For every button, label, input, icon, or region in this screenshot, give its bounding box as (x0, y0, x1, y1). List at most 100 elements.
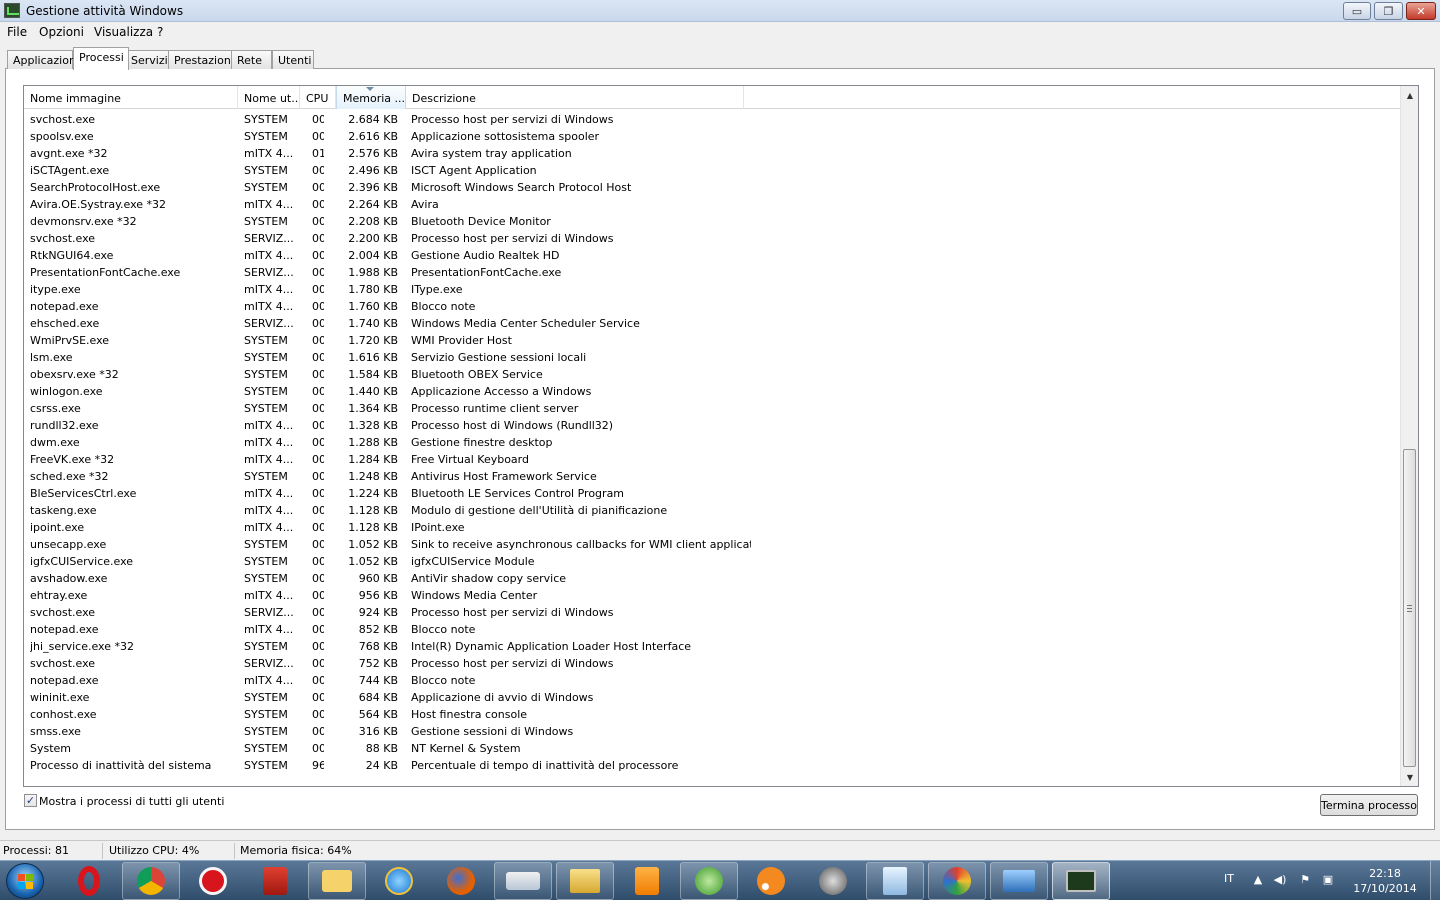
show-all-users-label[interactable]: Mostra i processi di tutti gli utenti (39, 795, 224, 808)
show-all-users-checkbox[interactable]: ✓ (24, 794, 37, 807)
table-row[interactable]: notepad.exe mITX 4... 00 852 KB Blocco note (24, 621, 1400, 638)
language-indicator[interactable]: IT (1224, 872, 1234, 885)
table-row[interactable]: lsm.exe SYSTEM 00 1.616 KB Servizio Gestione… (24, 349, 1400, 366)
table-row[interactable]: BleServicesCtrl.exe mITX 4... 00 1.224 KB Bl… (24, 485, 1400, 502)
column-description[interactable]: Descrizione (406, 86, 744, 109)
tab-applications[interactable]: Applicazioni (7, 50, 79, 69)
table-row[interactable]: SearchProtocolHost.exe SYSTEM 00 2.396 KB Mi… (24, 179, 1400, 196)
status-physical-memory: Memoria fisica: 64% (240, 844, 352, 857)
media-player-icon[interactable] (618, 862, 676, 900)
volume-icon[interactable]: ◀) (1273, 873, 1287, 887)
table-row[interactable]: iSCTAgent.exe SYSTEM 00 2.496 KB ISCT Agent … (24, 162, 1400, 179)
mail-icon[interactable] (308, 862, 366, 900)
ie-icon[interactable] (370, 862, 428, 900)
menu-help[interactable]: ? (157, 25, 163, 39)
process-memory: 1.128 KB (348, 504, 398, 517)
action-center-flag-icon[interactable]: ⚑ (1298, 873, 1312, 887)
table-row[interactable]: FreeVK.exe *32 mITX 4... 00 1.284 KB Free Vi… (24, 451, 1400, 468)
vertical-scrollbar[interactable]: ▲ ▼ (1400, 86, 1418, 786)
table-row[interactable]: taskeng.exe mITX 4... 00 1.128 KB Modulo di … (24, 502, 1400, 519)
explorer-icon[interactable] (556, 862, 614, 900)
column-image-name[interactable]: Nome immagine (24, 86, 238, 109)
table-row[interactable]: RtkNGUI64.exe mITX 4... 00 2.004 KB Gestione… (24, 247, 1400, 264)
tab-performance[interactable]: Prestazioni (168, 50, 234, 69)
table-row[interactable]: Avira.OE.Systray.exe *32 mITX 4... 00 2.264… (24, 196, 1400, 213)
table-row[interactable]: ehsched.exe SERVIZ... 00 1.740 KB Windows Me… (24, 315, 1400, 332)
opera-icon[interactable] (60, 862, 118, 900)
table-row[interactable]: System SYSTEM 00 88 KB NT Kernel & System (24, 740, 1400, 757)
process-image-name: svchost.exe (30, 232, 96, 245)
paint-icon[interactable] (928, 862, 986, 900)
column-cpu[interactable]: CPU (300, 86, 336, 109)
minimize-button[interactable]: ▭ (1343, 2, 1371, 20)
menu-file[interactable]: File (7, 25, 27, 39)
table-row[interactable]: svchost.exe SERVIZ... 00 752 KB Processo hos… (24, 655, 1400, 672)
start-icon[interactable] (6, 863, 44, 899)
app-shield-icon[interactable] (246, 862, 304, 900)
process-cpu: 00 (312, 674, 324, 687)
table-row[interactable]: csrss.exe SYSTEM 00 1.364 KB Processo runtim… (24, 400, 1400, 417)
clock[interactable]: 22:18 17/10/2014 (1346, 866, 1424, 896)
table-row[interactable]: WmiPrvSE.exe SYSTEM 00 1.720 KB WMI Provider… (24, 332, 1400, 349)
table-row[interactable]: svchost.exe SERVIZ... 00 2.200 KB Processo h… (24, 230, 1400, 247)
process-cpu: 00 (312, 708, 324, 721)
table-row[interactable]: ipoint.exe mITX 4... 00 1.128 KB IPoint.exe (24, 519, 1400, 536)
table-row[interactable]: unsecapp.exe SYSTEM 00 1.052 KB Sink to rece… (24, 536, 1400, 553)
title-bar[interactable]: Gestione attività Windows ▭ ❐ ✕ (0, 0, 1440, 22)
scroll-up-icon[interactable]: ▲ (1402, 87, 1418, 103)
table-row[interactable]: ehtray.exe mITX 4... 00 956 KB Windows Media… (24, 587, 1400, 604)
tab-processes[interactable]: Processi (73, 47, 129, 70)
opera-red-icon[interactable] (184, 862, 242, 900)
table-row[interactable]: Processo di inattività del sistema SYSTEM… (24, 757, 1400, 774)
end-process-button[interactable]: Termina processo (1320, 794, 1418, 816)
table-row[interactable]: winlogon.exe SYSTEM 00 1.440 KB Applicazione… (24, 383, 1400, 400)
table-row[interactable]: PresentationFontCache.exe SERVIZ... 00 1.98… (24, 264, 1400, 281)
table-row[interactable]: conhost.exe SYSTEM 00 564 KB Host finestra c… (24, 706, 1400, 723)
notepad-icon[interactable] (866, 862, 924, 900)
show-desktop-button[interactable] (1430, 861, 1440, 900)
menu-view[interactable]: Visualizza (94, 25, 153, 39)
table-row[interactable]: dwm.exe mITX 4... 00 1.288 KB Gestione fines… (24, 434, 1400, 451)
close-button[interactable]: ✕ (1406, 2, 1436, 20)
image-viewer-icon[interactable] (990, 862, 1048, 900)
process-description: Bluetooth OBEX Service (411, 368, 543, 381)
chrome-icon[interactable] (122, 862, 180, 900)
table-row[interactable]: jhi_service.exe *32 SYSTEM 00 768 KB Intel(R… (24, 638, 1400, 655)
column-memory[interactable]: Memoria ... (336, 86, 406, 109)
show-hidden-icons-icon[interactable]: ▲ (1251, 873, 1265, 887)
table-row[interactable]: itype.exe mITX 4... 00 1.780 KB IType.exe (24, 281, 1400, 298)
task-manager-taskbar-icon[interactable] (1052, 862, 1110, 900)
table-row[interactable]: devmonsrv.exe *32 SYSTEM 00 2.208 KB Bluetoo… (24, 213, 1400, 230)
table-row[interactable]: sched.exe *32 SYSTEM 00 1.248 KB Antivirus H… (24, 468, 1400, 485)
process-cpu: 00 (312, 521, 324, 534)
table-row[interactable]: igfxCUIService.exe SYSTEM 00 1.052 KB igfxCU… (24, 553, 1400, 570)
table-row[interactable]: svchost.exe SERVIZ... 00 924 KB Processo hos… (24, 604, 1400, 621)
tab-users[interactable]: Utenti (272, 50, 314, 69)
menu-options[interactable]: Opzioni (39, 25, 84, 39)
feed-icon[interactable] (742, 862, 800, 900)
table-row[interactable]: notepad.exe mITX 4... 00 744 KB Blocco note (24, 672, 1400, 689)
scroll-down-icon[interactable]: ▼ (1402, 769, 1418, 785)
table-row[interactable]: rundll32.exe mITX 4... 00 1.328 KB Processo … (24, 417, 1400, 434)
keyboard-icon[interactable] (494, 862, 552, 900)
table-row[interactable]: wininit.exe SYSTEM 00 684 KB Applicazione di… (24, 689, 1400, 706)
table-row[interactable]: notepad.exe mITX 4... 00 1.760 KB Blocco not… (24, 298, 1400, 315)
process-list[interactable]: Nome immagine Nome ut... CPU Memoria ...… (23, 85, 1419, 787)
network-icon[interactable]: ▣ (1321, 873, 1335, 887)
maximize-button[interactable]: ❐ (1374, 2, 1403, 20)
satellite-icon[interactable] (804, 862, 862, 900)
firefox-icon[interactable] (432, 862, 490, 900)
scrollbar-thumb[interactable] (1403, 449, 1416, 767)
process-user-name: mITX 4... (244, 419, 294, 432)
windows-media-center-icon[interactable] (680, 862, 738, 900)
tab-services[interactable]: Servizi (125, 50, 169, 69)
table-row[interactable]: smss.exe SYSTEM 00 316 KB Gestione sessioni … (24, 723, 1400, 740)
tab-network[interactable]: Rete (231, 50, 272, 69)
column-user-name[interactable]: Nome ut... (238, 86, 300, 109)
table-row[interactable]: svchost.exe SYSTEM 00 2.684 KB Processo host… (24, 111, 1400, 128)
table-row[interactable]: spoolsv.exe SYSTEM 00 2.616 KB Applicazione … (24, 128, 1400, 145)
table-row[interactable]: avgnt.exe *32 mITX 4... 01 2.576 KB Avira sy… (24, 145, 1400, 162)
table-row[interactable]: obexsrv.exe *32 SYSTEM 00 1.584 KB Bluetooth… (24, 366, 1400, 383)
process-description: Servizio Gestione sessioni locali (411, 351, 587, 364)
table-row[interactable]: avshadow.exe SYSTEM 00 960 KB AntiVir shadow… (24, 570, 1400, 587)
